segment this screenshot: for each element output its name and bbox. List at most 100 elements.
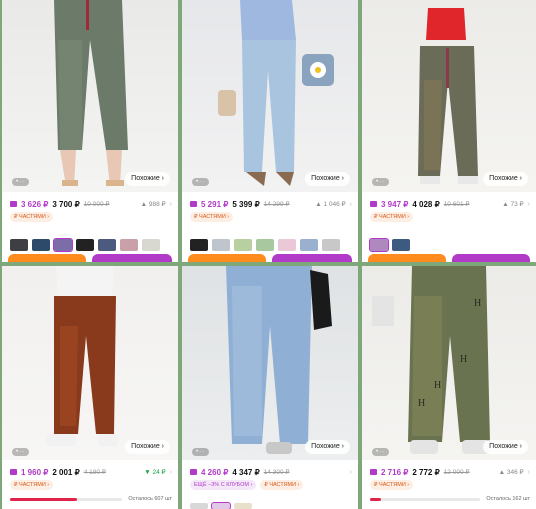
similar-button[interactable]: Похожие ›	[125, 172, 170, 186]
swatch[interactable]	[234, 239, 252, 251]
club-discount-badge[interactable]: ЕЩЁ −3% С КЛУБОМ ›	[190, 480, 257, 490]
similar-button[interactable]: Похожие ›	[483, 172, 528, 186]
product-image[interactable]: •·· Похожие ›	[2, 0, 178, 192]
swatch[interactable]	[300, 239, 318, 251]
old-price: 14 299 ₽	[263, 201, 290, 208]
chevron-right-icon[interactable]: ›	[170, 469, 172, 476]
add-to-cart-button[interactable]	[272, 254, 352, 262]
stock-indicator: Осталось 162 шт	[370, 495, 530, 503]
swatch[interactable]	[32, 239, 50, 251]
stock-text: Осталось 607 шт	[128, 496, 172, 502]
swatch[interactable]	[256, 239, 274, 251]
installments-badge[interactable]: ₽ ЧАСТЯМИ ›	[370, 480, 414, 490]
color-swatches	[369, 238, 410, 252]
product-card[interactable]: •·· Похожие › 1 960 ₽ 2 001 ₽ 4 180 ₽ ▼ …	[2, 266, 178, 509]
product-card[interactable]: •·· Похожие › 3 947 ₽ 4 028 ₽ 10 601 ₽ ▲…	[362, 0, 536, 262]
similar-button[interactable]: Похожие ›	[305, 440, 350, 454]
similar-button[interactable]: Похожие ›	[305, 172, 350, 186]
wallet-price: 2 716 ₽	[381, 467, 409, 477]
swatch[interactable]	[53, 238, 73, 252]
installments-badge[interactable]: ₽ ЧАСТЯМИ ›	[260, 480, 304, 490]
carousel-dots: •··	[372, 448, 390, 456]
price-delta: ▲ 988 ₽	[140, 201, 166, 208]
stock-text: Осталось 162 шт	[486, 496, 530, 502]
price: 4 347 ₽	[232, 467, 260, 477]
installments-badge[interactable]: ₽ ЧАСТЯМИ ›	[190, 212, 234, 222]
carousel-dots: •··	[12, 448, 30, 456]
svg-text:H: H	[434, 380, 441, 391]
swatch[interactable]	[76, 239, 94, 251]
wallet-price: 3 947 ₽	[381, 199, 409, 209]
svg-text:H: H	[474, 298, 481, 309]
wallet-icon	[10, 469, 17, 475]
buy-now-button[interactable]	[8, 254, 86, 262]
product-image[interactable]: •·· Похожие ›	[362, 0, 536, 192]
product-card[interactable]: •·· Похожие › 4 260 ₽ 4 347 ₽ 14 300 ₽ ›…	[182, 266, 358, 509]
color-swatches	[10, 238, 160, 252]
swatch[interactable]	[190, 503, 208, 509]
stock-bar	[10, 497, 123, 501]
add-to-cart-button[interactable]	[92, 254, 172, 262]
jeans-photo	[226, 266, 332, 454]
svg-text:H: H	[460, 354, 467, 365]
swatch[interactable]	[392, 239, 410, 251]
old-price: 14 300 ₽	[263, 469, 290, 476]
installments-badge[interactable]: ₽ ЧАСТЯМИ ›	[10, 212, 54, 222]
similar-button[interactable]: Похожие ›	[483, 440, 528, 454]
swatch[interactable]	[98, 239, 116, 251]
price-delta: ▲ 73 ₽	[502, 201, 524, 208]
wallet-price: 1 960 ₽	[21, 467, 49, 477]
price-row: 1 960 ₽ 2 001 ₽ 4 180 ₽ ▼ 24 ₽ ›	[10, 466, 172, 478]
add-to-cart-button[interactable]	[452, 254, 530, 262]
swatch[interactable]	[234, 503, 252, 509]
stock-bar	[370, 497, 481, 501]
swatch[interactable]	[120, 239, 138, 251]
swatch[interactable]	[211, 502, 231, 509]
product-card[interactable]: •·· Похожие › 3 626 ₽ 3 700 ₽ 10 000 ₽ ▲…	[2, 0, 178, 262]
wallet-price: 3 626 ₽	[21, 199, 49, 209]
stock-bar-fill	[10, 497, 78, 501]
chevron-right-icon[interactable]: ›	[528, 469, 530, 476]
color-swatches	[190, 239, 340, 251]
swatch[interactable]	[10, 239, 28, 251]
wallet-icon	[190, 201, 197, 207]
similar-button[interactable]: Похожие ›	[125, 440, 170, 454]
chevron-right-icon[interactable]: ›	[350, 201, 352, 208]
product-image[interactable]: •·· Похожие ›	[182, 266, 358, 460]
buy-now-button[interactable]	[188, 254, 266, 262]
chevron-right-icon[interactable]: ›	[528, 201, 530, 208]
price-row: 4 260 ₽ 4 347 ₽ 14 300 ₽ ›	[190, 466, 352, 478]
chevron-right-icon[interactable]: ›	[170, 201, 172, 208]
product-image[interactable]: •·· Похожие ›	[182, 0, 358, 192]
jeans-photo	[46, 266, 118, 446]
old-price: 10 601 ₽	[443, 201, 470, 208]
product-image[interactable]: H H H H •·· Похожие ›	[362, 266, 536, 460]
stock-indicator: Осталось 607 шт	[10, 495, 172, 503]
old-price: 12 000 ₽	[443, 469, 470, 476]
swatch[interactable]	[212, 239, 230, 251]
buy-now-button[interactable]	[368, 254, 446, 262]
product-card[interactable]: H H H H •·· Похожие › 2 716 ₽ 2 772 ₽ 12…	[362, 266, 536, 509]
price-row: 2 716 ₽ 2 772 ₽ 12 000 ₽ ▲ 346 ₽ ›	[370, 466, 530, 478]
swatch[interactable]	[142, 239, 160, 251]
carousel-dots: •··	[192, 178, 210, 186]
carousel-dots: •··	[12, 178, 30, 186]
product-card[interactable]: •·· Похожие › 5 291 ₽ 5 399 ₽ 14 299 ₽ ▲…	[182, 0, 358, 262]
installments-badge[interactable]: ₽ ЧАСТЯМИ ›	[370, 212, 414, 222]
installments-badge[interactable]: ₽ ЧАСТЯМИ ›	[10, 480, 54, 490]
carousel-dots: •··	[192, 448, 210, 456]
price-delta: ▼ 24 ₽	[144, 469, 166, 476]
price: 2 772 ₽	[412, 467, 440, 477]
wallet-icon	[370, 469, 377, 475]
price-row: 3 947 ₽ 4 028 ₽ 10 601 ₽ ▲ 73 ₽ ›	[370, 198, 530, 210]
swatch[interactable]	[278, 239, 296, 251]
swatch[interactable]	[322, 239, 340, 251]
price-row: 5 291 ₽ 5 399 ₽ 14 299 ₽ ▲ 1 046 ₽ ›	[190, 198, 352, 210]
chevron-right-icon[interactable]: ›	[350, 469, 352, 476]
stock-bar-fill	[370, 497, 382, 501]
swatch[interactable]	[190, 239, 208, 251]
product-image[interactable]: •·· Похожие ›	[2, 266, 178, 460]
wallet-price: 4 260 ₽	[201, 467, 229, 477]
swatch[interactable]	[369, 238, 389, 252]
color-swatches	[190, 502, 252, 509]
